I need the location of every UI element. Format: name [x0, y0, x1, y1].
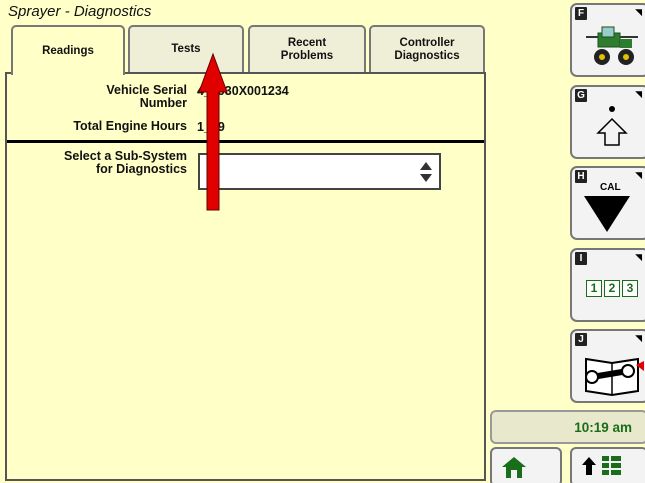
home-icon — [502, 457, 526, 478]
subsystem-select[interactable]: - — [198, 153, 441, 190]
panel-top-border — [130, 72, 484, 74]
softkey-j-service[interactable]: J ◥ — [570, 329, 645, 403]
tab-controller-diagnostics-label: Controller Diagnostics — [394, 36, 460, 62]
shift-up-icon — [596, 106, 628, 146]
home-button[interactable] — [490, 447, 562, 483]
up-arrow-menu-icon — [582, 456, 621, 475]
engine-hours-label: Total Engine Hours — [73, 119, 187, 133]
softkey-f-sprayer[interactable]: F ◥ — [570, 3, 645, 77]
softkey-letter-j: J — [575, 333, 587, 346]
corner-arrow-icon: ◥ — [635, 333, 642, 343]
tab-readings[interactable]: Readings — [11, 25, 125, 75]
numeric-entry-digit-3: 3 — [622, 280, 638, 297]
clock-display: 10:19 am — [490, 410, 645, 444]
tab-recent-problems-label: Recent Problems — [280, 36, 334, 62]
up-down-spinner-icon[interactable] — [419, 161, 433, 183]
subsystem-label: Select a Sub-System for Diagnostics — [64, 149, 187, 176]
tab-recent-problems[interactable]: Recent Problems — [248, 25, 366, 72]
corner-arrow-icon: ◥ — [635, 252, 642, 262]
menu-navigation-button[interactable] — [570, 447, 645, 483]
corner-arrow-icon: ◥ — [635, 89, 642, 99]
softkey-letter-f: F — [575, 7, 587, 20]
tab-controller-diagnostics[interactable]: Controller Diagnostics — [369, 25, 485, 72]
softkey-g-shift[interactable]: G ◥ — [570, 85, 645, 159]
readings-panel: Vehicle Serial Number 4__930X001234 Tota… — [5, 72, 486, 481]
softkey-i-numeric[interactable]: I ◥ 1 2 3 — [570, 248, 645, 322]
numeric-entry-digit-2: 2 — [604, 280, 620, 297]
cal-down-icon — [584, 196, 630, 232]
clock-time: 10:19 am — [574, 419, 632, 435]
softkey-h-cal-down[interactable]: H ◥ CAL — [570, 166, 645, 240]
corner-arrow-icon: ◥ — [635, 7, 642, 17]
window-title: Sprayer - Diagnostics — [8, 3, 152, 20]
softkey-letter-i: I — [575, 252, 587, 265]
cal-label: CAL — [600, 182, 621, 193]
red-up-arrow-annotation — [198, 52, 228, 211]
sprayer-vehicle-icon — [586, 26, 638, 65]
section-divider — [7, 140, 484, 143]
service-manual-icon — [585, 357, 644, 397]
serial-number-label: Vehicle Serial Number — [106, 83, 187, 110]
numeric-entry-digit-1: 1 — [586, 280, 602, 297]
corner-arrow-icon: ◥ — [635, 170, 642, 180]
softkey-letter-g: G — [575, 89, 587, 102]
softkey-letter-h: H — [575, 170, 587, 183]
